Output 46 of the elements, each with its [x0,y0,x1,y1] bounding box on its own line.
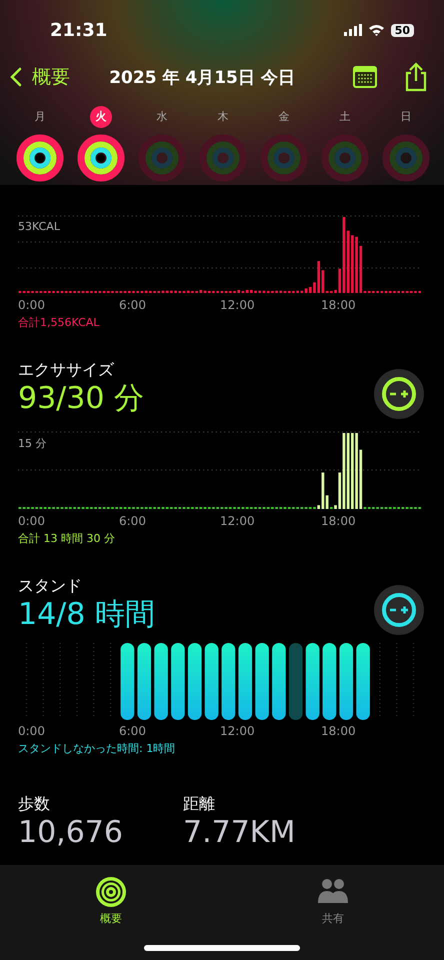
axis-label: 12:00 [220,514,255,528]
signal-icon [344,24,362,36]
weekday-tab[interactable]: 土 [334,106,356,128]
axis-label: 18:00 [321,724,356,738]
weekday-tab[interactable]: 木 [212,106,234,128]
goal-adjust-button[interactable] [374,369,424,419]
axis-label: 6:00 [119,298,146,312]
back-icon [10,67,22,87]
weekday-tab[interactable]: 日 [395,106,417,128]
axis-label: 0:00 [18,298,45,312]
activity-rings-icon[interactable] [16,134,64,182]
section-title: エクササイズ [18,360,115,381]
back-button[interactable]: 概要 [10,64,70,90]
activity-rings-icon[interactable] [77,134,125,182]
axis-max-label: 15 分 [18,436,46,451]
axis-label: 12:00 [220,724,255,738]
goal-adjust-button[interactable] [374,585,424,635]
weekday-tab[interactable]: 月 [29,106,51,128]
exercise-value: 93/30 分 [18,381,144,417]
status-time: 21:31 [50,20,108,40]
axis-label: 18:00 [321,298,356,312]
axis-label: 0:00 [18,724,45,738]
total-label: スタンドしなかった時間: 1時間 [18,741,176,756]
weekday-tab[interactable]: 金 [273,106,295,128]
axis-label: 6:00 [119,724,146,738]
axis-label: 6:00 [119,514,146,528]
calendar-icon[interactable] [352,65,378,89]
axis-label: 12:00 [220,298,255,312]
total-label: 合計 13 時間 30 分 [18,531,116,546]
share-icon[interactable] [404,62,428,92]
battery-icon: 50 [390,24,414,36]
stat-value: 10,676 [18,815,123,851]
stand-value: 14/8 時間 [18,597,155,633]
stat-value: 7.77KM [182,815,296,851]
weekday-tab[interactable]: 水 [151,106,173,128]
axis-label: 18:00 [321,514,356,528]
total-label: 合計1,556KCAL [18,315,100,330]
section-title: スタンド [18,576,83,597]
axis-max-label: 53KCAL [18,220,60,233]
weekday-tab[interactable]: 火 [90,106,112,128]
axis-label: 0:00 [18,514,45,528]
stat-label: 歩数 [18,794,51,815]
stat-label: 距離 [182,794,216,815]
date-title: 2025 年 4月15日 今日 [108,66,296,88]
wifi-icon [368,24,385,36]
tab-bar-item[interactable]: 共有 [316,875,350,926]
